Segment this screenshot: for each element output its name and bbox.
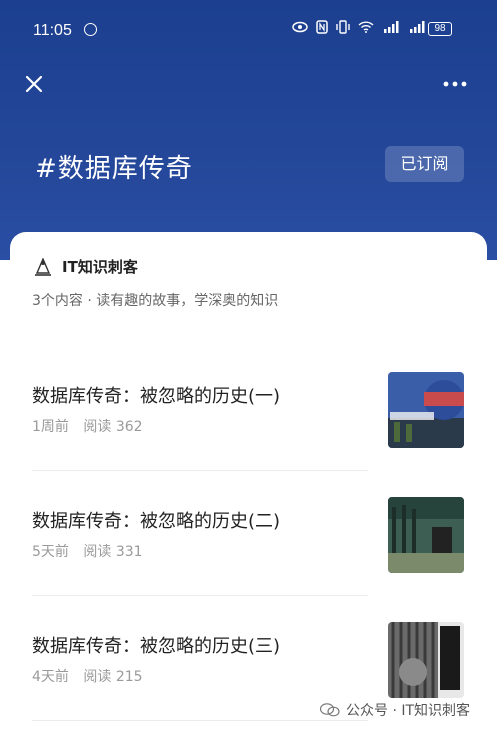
battery-indicator: 98 bbox=[428, 22, 452, 36]
divider bbox=[32, 470, 368, 471]
article-reads: 阅读 215 bbox=[83, 669, 143, 685]
article-thumbnail bbox=[388, 497, 464, 573]
article-reads: 阅读 362 bbox=[83, 419, 143, 435]
status-icons bbox=[292, 20, 426, 34]
author-name: IT知识刺客 bbox=[62, 258, 138, 276]
topic-header: 11:05 98 #数据库传奇 已订阅 bbox=[0, 0, 497, 260]
article-time: 4天前 bbox=[32, 669, 69, 685]
topic-content-card: IT知识刺客 3个内容 · 读有趣的故事，学深奥的知识 数据库传奇：被忽略的历史… bbox=[10, 232, 487, 732]
article-title: 数据库传奇：被忽略的历史(二) bbox=[32, 511, 281, 532]
topic-title: #数据库传奇 bbox=[35, 154, 193, 184]
watermark: 公众号 · IT知识刺客 bbox=[320, 700, 470, 720]
subscribe-button[interactable]: 已订阅 bbox=[385, 146, 464, 182]
article-item[interactable]: 数据库传奇：被忽略的历史(二) 5天前 阅读 331 bbox=[32, 497, 464, 597]
article-item[interactable]: 数据库传奇：被忽略的历史(一) 1周前 阅读 362 bbox=[32, 372, 464, 472]
divider bbox=[32, 720, 368, 721]
eye-icon bbox=[292, 21, 308, 33]
nfc-icon bbox=[316, 20, 328, 34]
article-reads: 阅读 331 bbox=[83, 544, 143, 560]
signal-icon bbox=[384, 21, 399, 33]
wechat-icon bbox=[320, 703, 340, 717]
status-bar: 11:05 98 bbox=[0, 0, 497, 56]
more-icon[interactable] bbox=[442, 74, 468, 94]
author-row[interactable]: IT知识刺客 bbox=[34, 256, 138, 277]
vibrate-icon bbox=[336, 20, 350, 34]
watermark-text: 公众号 · IT知识刺客 bbox=[346, 703, 471, 719]
article-meta: 5天前 阅读 331 bbox=[32, 541, 143, 561]
notification-icon bbox=[84, 23, 97, 36]
article-title: 数据库传奇：被忽略的历史(一) bbox=[32, 386, 281, 407]
article-thumbnail bbox=[388, 372, 464, 448]
wifi-icon bbox=[358, 21, 374, 33]
article-meta: 1周前 阅读 362 bbox=[32, 416, 143, 436]
author-logo-icon bbox=[35, 257, 51, 276]
divider bbox=[32, 595, 368, 596]
topic-description: 3个内容 · 读有趣的故事，学深奥的知识 bbox=[32, 293, 279, 309]
article-meta: 4天前 阅读 215 bbox=[32, 666, 143, 686]
status-time: 11:05 bbox=[33, 22, 72, 39]
article-time: 5天前 bbox=[32, 544, 69, 560]
article-thumbnail bbox=[388, 622, 464, 698]
close-icon[interactable] bbox=[22, 72, 46, 96]
article-time: 1周前 bbox=[32, 419, 69, 435]
signal-icon-2 bbox=[410, 21, 425, 33]
article-title: 数据库传奇：被忽略的历史(三) bbox=[32, 636, 281, 657]
